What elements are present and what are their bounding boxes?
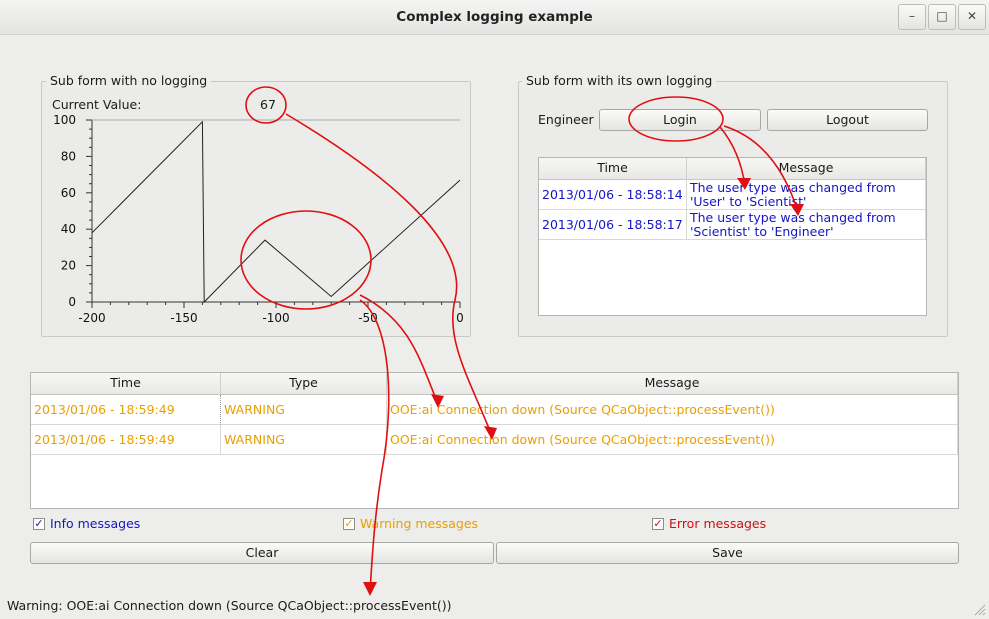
sub-log-row-1-message[interactable]: The user type was changed from 'User' to…: [687, 180, 926, 210]
sub-log-header-time[interactable]: Time: [539, 158, 687, 180]
main-log-row-1-time[interactable]: 2013/01/06 - 18:59:49: [31, 395, 221, 425]
clear-button[interactable]: Clear: [30, 542, 494, 564]
user-type-label: Engineer: [538, 112, 594, 127]
sub-log-row-1-message-line2: 'User' to 'Scientist': [690, 194, 807, 209]
no-logging-group-title: Sub form with no logging: [46, 73, 212, 88]
warning-messages-checkbox[interactable]: ✓: [343, 518, 355, 530]
annotation-arrowhead: [363, 582, 377, 596]
value-history-chart: -200 -150 -100 -50 0 100 80 60 40 20 0: [53, 113, 464, 325]
x-tick-label: -150: [170, 311, 197, 325]
y-tick-label: 80: [61, 149, 76, 163]
plot-area: [92, 120, 460, 302]
main-log-row-2-time[interactable]: 2013/01/06 - 18:59:49: [31, 425, 221, 455]
main-log-header-type[interactable]: Type: [221, 373, 387, 395]
main-log-row-1-type[interactable]: WARNING: [221, 395, 387, 425]
y-tick-label: 100: [53, 113, 76, 127]
minimize-button[interactable]: –: [898, 4, 926, 30]
check-icon: ✓: [653, 517, 663, 530]
main-log-row-2-type[interactable]: WARNING: [221, 425, 387, 455]
main-log-row-1-message[interactable]: OOE:ai Connection down (Source QCaObject…: [387, 395, 958, 425]
login-button[interactable]: Login: [599, 109, 761, 131]
info-messages-label[interactable]: Info messages: [50, 516, 140, 531]
sub-log-row-2-time[interactable]: 2013/01/06 - 18:58:17: [539, 210, 687, 240]
x-tick-label: -200: [78, 311, 105, 325]
logout-button[interactable]: Logout: [767, 109, 928, 131]
maximize-icon: □: [936, 9, 948, 23]
main-log-header-time[interactable]: Time: [31, 373, 221, 395]
check-icon: ✓: [344, 517, 354, 530]
resize-grip-icon[interactable]: [970, 600, 986, 616]
y-tick-label: 40: [61, 222, 76, 236]
window-title: Complex logging example: [396, 9, 593, 25]
sub-log-row-1-message-line1: The user type was changed from: [690, 180, 896, 195]
sub-log-row-2-message-line1: The user type was changed from: [690, 210, 896, 225]
sub-log-row-1-time[interactable]: 2013/01/06 - 18:58:14: [539, 180, 687, 210]
sub-log-table[interactable]: Time Message 2013/01/06 - 18:58:14 The u…: [538, 157, 927, 316]
save-button[interactable]: Save: [496, 542, 959, 564]
x-tick-label: 0: [456, 311, 464, 325]
check-icon: ✓: [34, 517, 44, 530]
main-log-table[interactable]: Time Type Message 2013/01/06 - 18:59:49 …: [30, 372, 959, 509]
sub-log-header-message[interactable]: Message: [687, 158, 926, 180]
y-tick-label: 60: [61, 186, 76, 200]
info-messages-checkbox[interactable]: ✓: [33, 518, 45, 530]
current-value-label: Current Value:: [52, 97, 142, 112]
main-log-header-message[interactable]: Message: [387, 373, 958, 395]
y-tick-label: 20: [61, 259, 76, 273]
own-logging-group-title: Sub form with its own logging: [522, 73, 717, 88]
sub-log-row-2-message-line2: 'Scientist' to 'Engineer': [690, 224, 834, 239]
y-tick-label: 0: [68, 295, 76, 309]
x-tick-label: -50: [358, 311, 378, 325]
error-messages-checkbox[interactable]: ✓: [652, 518, 664, 530]
warning-messages-label[interactable]: Warning messages: [360, 516, 478, 531]
error-messages-label[interactable]: Error messages: [669, 516, 766, 531]
main-log-row-2-message[interactable]: OOE:ai Connection down (Source QCaObject…: [387, 425, 958, 455]
status-bar-message: Warning: OOE:ai Connection down (Source …: [7, 598, 452, 613]
close-button[interactable]: ✕: [958, 4, 986, 30]
close-icon: ✕: [966, 9, 978, 23]
sub-log-row-2-message[interactable]: The user type was changed from 'Scientis…: [687, 210, 926, 240]
x-tick-label: -100: [262, 311, 289, 325]
current-value: 67: [260, 97, 276, 112]
maximize-button[interactable]: □: [928, 4, 956, 30]
minimize-icon: –: [909, 9, 915, 23]
